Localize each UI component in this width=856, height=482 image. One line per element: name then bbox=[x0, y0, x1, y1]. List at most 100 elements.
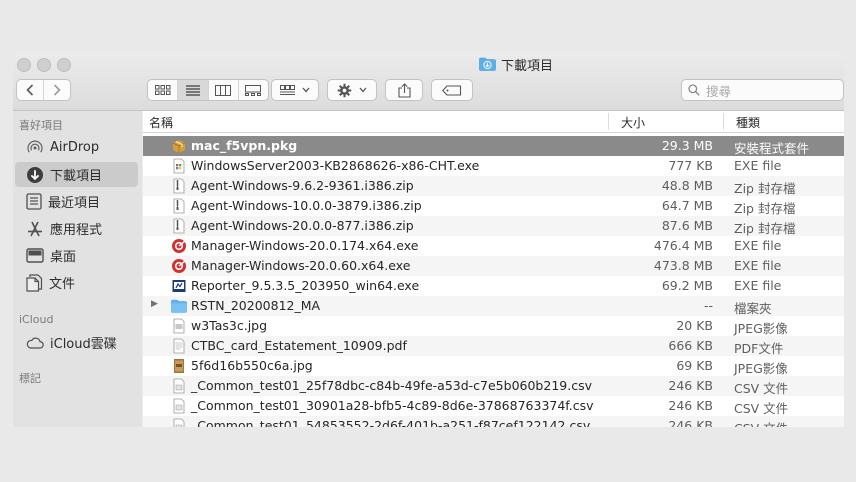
group-by-dropdown[interactable] bbox=[271, 79, 319, 101]
disclosure-triangle-icon[interactable]: ▶ bbox=[151, 299, 158, 309]
file-row[interactable]: _Common_test01_30901a28-bfb5-4c89-8d6e-3… bbox=[143, 396, 844, 416]
file-name: Agent-Windows-9.6.2-9361.i386.zip bbox=[191, 178, 414, 193]
share-button[interactable] bbox=[385, 79, 423, 101]
column-header-name[interactable]: 名稱 bbox=[149, 114, 173, 131]
file-row[interactable]: Manager-Windows-20.0.174.x64.exe 476.4 M… bbox=[143, 236, 844, 256]
column-divider[interactable] bbox=[723, 113, 724, 130]
chevron-right-icon bbox=[53, 84, 61, 96]
file-size: 69 KB bbox=[676, 358, 713, 373]
title-bar: 下載項目 搜尋 bbox=[13, 52, 844, 111]
back-button[interactable] bbox=[17, 80, 44, 100]
share-icon bbox=[397, 82, 411, 98]
file-size: 473.8 MB bbox=[653, 258, 713, 273]
file-row[interactable]: Manager-Windows-20.0.60.x64.exe 473.8 MB… bbox=[143, 256, 844, 276]
file-kind: CSV 文件 bbox=[734, 381, 789, 396]
view-mode-control bbox=[147, 79, 269, 101]
file-name: w3Tas3c.jpg bbox=[191, 318, 268, 333]
file-row[interactable]: Reporter_9.5.3.5_203950_win64.exe 69.2 M… bbox=[143, 276, 844, 296]
cloud-icon bbox=[26, 337, 44, 349]
zoom-window-button[interactable] bbox=[57, 58, 71, 72]
zip-icon bbox=[173, 178, 185, 194]
file-row[interactable]: Agent-Windows-10.0.0-3879.i386.zip 64.7 … bbox=[143, 196, 844, 216]
file-row[interactable]: 5f6d16b550c6a.jpg 69 KB JPEG影像 bbox=[143, 356, 844, 376]
icon-view-icon bbox=[154, 85, 171, 95]
applications-icon bbox=[28, 221, 42, 236]
package-icon bbox=[172, 140, 186, 153]
installer-exe-icon bbox=[172, 280, 186, 292]
list-view-icon bbox=[185, 84, 200, 96]
sidebar-item-label: AirDrop bbox=[50, 140, 100, 155]
sidebar-header-favorites: 喜好項目 bbox=[19, 119, 63, 132]
finder-window: 下載項目 搜尋 喜好項目 AirDrop 下載項目 最近項目 應用程式 桌面 文… bbox=[13, 52, 844, 427]
file-size: 87.6 MB bbox=[661, 218, 713, 233]
image-thumb-icon bbox=[174, 359, 184, 373]
file-kind: EXE file bbox=[734, 258, 782, 273]
file-name: CTBC_card_Estatement_10909.pdf bbox=[191, 338, 407, 353]
column-view-button[interactable] bbox=[209, 80, 239, 100]
file-kind: EXE file bbox=[734, 158, 782, 173]
sidebar-item-airdrop[interactable]: AirDrop bbox=[15, 135, 138, 160]
file-name: mac_f5vpn.pkg bbox=[191, 138, 298, 153]
csv-icon bbox=[173, 418, 185, 427]
close-window-button[interactable] bbox=[17, 58, 31, 72]
column-header-kind[interactable]: 種類 bbox=[736, 114, 760, 131]
file-name: _Common_test01_54853552-2d6f-401b-a251-f… bbox=[191, 418, 591, 427]
minimize-window-button[interactable] bbox=[37, 58, 51, 72]
documents-icon bbox=[26, 273, 43, 292]
csv-icon bbox=[173, 378, 185, 394]
file-size: 20 KB bbox=[676, 318, 713, 333]
file-name: _Common_test01_25f78dbc-c84b-49fe-a53d-c… bbox=[191, 378, 592, 393]
gear-icon bbox=[337, 83, 352, 97]
file-row[interactable]: _Common_test01_25f78dbc-c84b-49fe-a53d-c… bbox=[143, 376, 844, 396]
file-size: 666 KB bbox=[668, 338, 713, 353]
exe-icon bbox=[173, 158, 185, 174]
folder-row[interactable]: ▶ RSTN_20200812_MA -- 檔案夾 bbox=[143, 296, 844, 316]
file-kind: 安裝程式套件 bbox=[734, 141, 810, 156]
red-exe-icon bbox=[172, 239, 186, 253]
sidebar-item-icloud-drive[interactable]: iCloud雲碟 bbox=[15, 330, 138, 355]
group-icon bbox=[280, 84, 295, 95]
file-row[interactable]: WindowsServer2003-KB2868626-x86-CHT.exe … bbox=[143, 156, 844, 176]
sidebar-item-label: 桌面 bbox=[50, 250, 77, 265]
file-size: 48.8 MB bbox=[661, 178, 713, 193]
list-view-button[interactable] bbox=[178, 80, 209, 100]
file-name: Reporter_9.5.3.5_203950_win64.exe bbox=[191, 278, 420, 293]
file-row[interactable]: Agent-Windows-20.0.0-877.i386.zip 87.6 M… bbox=[143, 216, 844, 236]
zip-icon bbox=[173, 218, 185, 234]
tag-icon bbox=[442, 84, 462, 96]
file-name: 5f6d16b550c6a.jpg bbox=[191, 358, 313, 373]
sidebar-item-downloads[interactable]: 下載項目 bbox=[15, 162, 138, 187]
sidebar-item-applications[interactable]: 應用程式 bbox=[15, 216, 138, 241]
sidebar-item-label: 下載項目 bbox=[50, 169, 103, 184]
file-name: RSTN_20200812_MA bbox=[191, 298, 321, 313]
airdrop-icon bbox=[27, 140, 43, 153]
icon-view-button[interactable] bbox=[148, 80, 179, 100]
file-kind: CSV 文件 bbox=[734, 401, 789, 416]
column-divider[interactable] bbox=[608, 113, 609, 130]
file-row[interactable]: Agent-Windows-9.6.2-9361.i386.zip 48.8 M… bbox=[143, 176, 844, 196]
desktop-icon bbox=[26, 248, 44, 263]
file-size: 777 KB bbox=[668, 158, 713, 173]
forward-button[interactable] bbox=[44, 80, 70, 100]
file-kind: 檔案夾 bbox=[734, 301, 772, 316]
tags-button[interactable] bbox=[431, 79, 473, 101]
file-name: Manager-Windows-20.0.60.x64.exe bbox=[191, 258, 411, 273]
zip-icon bbox=[173, 198, 185, 214]
file-row[interactable]: w3Tas3c.jpg 20 KB JPEG影像 bbox=[143, 316, 844, 336]
sidebar-item-recents[interactable]: 最近項目 bbox=[15, 189, 138, 214]
gallery-view-icon bbox=[245, 84, 262, 96]
file-size: 29.3 MB bbox=[661, 138, 713, 153]
file-row[interactable]: CTBC_card_Estatement_10909.pdf 666 KB PD… bbox=[143, 336, 844, 356]
file-row[interactable]: mac_f5vpn.pkg 29.3 MB 安裝程式套件 bbox=[143, 136, 844, 156]
file-name: WindowsServer2003-KB2868626-x86-CHT.exe bbox=[191, 158, 480, 173]
column-header-size[interactable]: 大小 bbox=[621, 114, 645, 131]
chevron-down-icon bbox=[302, 87, 310, 93]
action-dropdown[interactable] bbox=[327, 79, 377, 101]
gallery-view-button[interactable] bbox=[239, 80, 268, 100]
search-field[interactable]: 搜尋 bbox=[681, 79, 844, 101]
file-kind: JPEG影像 bbox=[734, 361, 788, 376]
downloads-icon bbox=[27, 166, 43, 183]
sidebar-item-documents[interactable]: 文件 bbox=[15, 270, 138, 295]
sidebar-item-desktop[interactable]: 桌面 bbox=[15, 243, 138, 268]
file-row[interactable]: _Common_test01_54853552-2d6f-401b-a251-f… bbox=[143, 416, 844, 427]
